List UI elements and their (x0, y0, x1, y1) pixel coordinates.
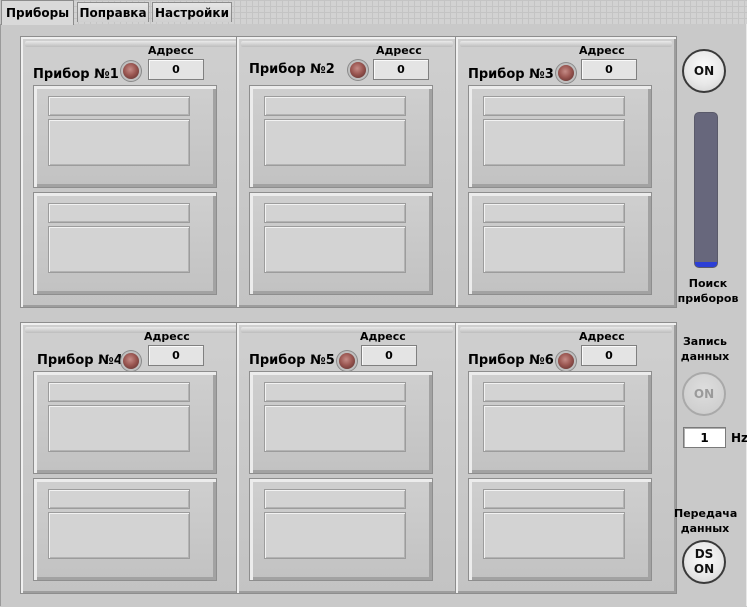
readout-panel-bottom (33, 478, 217, 581)
tab-settings[interactable]: Настройки (152, 2, 232, 22)
readout-value-field (483, 119, 625, 166)
status-led (123, 353, 139, 369)
readout-panel-bottom (249, 192, 433, 295)
status-led (350, 62, 366, 78)
readout-value-field (264, 405, 406, 452)
search-devices-label: Поиск приборов (677, 277, 739, 305)
readout-panel-bottom (249, 478, 433, 581)
readout-value-field (264, 512, 406, 559)
status-led (558, 65, 574, 81)
readout-label-field (48, 382, 190, 402)
readout-label-field (483, 96, 625, 116)
device-panel-2: Прибор №2 Адресс 0 (236, 36, 458, 308)
panel-top-bar (460, 327, 672, 333)
address-field[interactable]: 0 (148, 345, 204, 366)
readout-label-field (483, 382, 625, 402)
readout-value-field (48, 405, 190, 452)
tab-devices[interactable]: Приборы (1, 0, 74, 25)
panel-top-bar (460, 41, 672, 47)
tab-content-devices: Прибор №1 Адресс 0 Прибор №2 Адресс 0 Пр (0, 24, 747, 606)
readout-label-field (264, 489, 406, 509)
transfer-data-label: Передача данных (674, 507, 738, 535)
address-field[interactable]: 0 (581, 345, 637, 366)
readout-value-field (264, 119, 406, 166)
readout-panel-top (33, 371, 217, 474)
readout-value-field (48, 119, 190, 166)
device-name: Прибор №6 (468, 353, 554, 368)
tab-correction[interactable]: Поправка (77, 2, 149, 22)
readout-value-field (264, 226, 406, 273)
status-led (123, 63, 139, 79)
address-field[interactable]: 0 (581, 59, 637, 80)
device-name: Прибор №2 (249, 62, 335, 77)
frequency-input[interactable]: 1 (683, 427, 726, 448)
frequency-unit: Hz (731, 431, 747, 445)
readout-label-field (264, 96, 406, 116)
readout-panel-top (249, 85, 433, 188)
device-name: Прибор №5 (249, 353, 335, 368)
readout-label-field (48, 489, 190, 509)
device-panel-1: Прибор №1 Адресс 0 (20, 36, 242, 308)
device-panel-5: Прибор №5 Адресс 0 (236, 322, 458, 594)
readout-value-field (483, 226, 625, 273)
readout-panel-top (249, 371, 433, 474)
device-panel-3: Прибор №3 Адресс 0 (455, 36, 677, 308)
readout-label-field (483, 203, 625, 223)
address-label: Адресс (360, 330, 406, 343)
readout-panel-bottom (468, 192, 652, 295)
address-label: Адресс (144, 330, 190, 343)
device-search-progress (694, 112, 718, 268)
readout-panel-bottom (33, 192, 217, 295)
device-name: Прибор №1 (33, 67, 119, 82)
address-field[interactable]: 0 (361, 345, 417, 366)
readout-panel-top (468, 85, 652, 188)
readout-panel-top (33, 85, 217, 188)
readout-label-field (483, 489, 625, 509)
status-led (339, 353, 355, 369)
device-panel-6: Прибор №6 Адресс 0 (455, 322, 677, 594)
readout-label-field (264, 203, 406, 223)
readout-label-field (48, 203, 190, 223)
readout-panel-bottom (468, 478, 652, 581)
record-data-label: Запись данных (680, 335, 730, 363)
status-led (558, 353, 574, 369)
transfer-ds-button[interactable]: DS ON (682, 540, 726, 584)
device-name: Прибор №4 (37, 353, 123, 368)
address-field[interactable]: 0 (373, 59, 429, 80)
panel-top-bar (241, 327, 453, 333)
readout-label-field (264, 382, 406, 402)
readout-label-field (48, 96, 190, 116)
address-field[interactable]: 0 (148, 59, 204, 80)
address-label: Адресс (376, 44, 422, 57)
readout-value-field (483, 405, 625, 452)
panel-top-bar (25, 41, 237, 47)
record-button[interactable]: ON (682, 372, 726, 416)
tab-bar: Приборы Поправка Настройки (0, 0, 747, 25)
readout-value-field (483, 512, 625, 559)
power-button[interactable]: ON (682, 49, 726, 93)
address-label: Адресс (579, 44, 625, 57)
device-search-progress-fill (695, 262, 717, 267)
readout-panel-top (468, 371, 652, 474)
address-label: Адресс (148, 44, 194, 57)
readout-value-field (48, 226, 190, 273)
panel-top-bar (25, 327, 237, 333)
device-panel-4: Прибор №4 Адресс 0 (20, 322, 242, 594)
address-label: Адресс (579, 330, 625, 343)
device-name: Прибор №3 (468, 67, 554, 82)
readout-value-field (48, 512, 190, 559)
